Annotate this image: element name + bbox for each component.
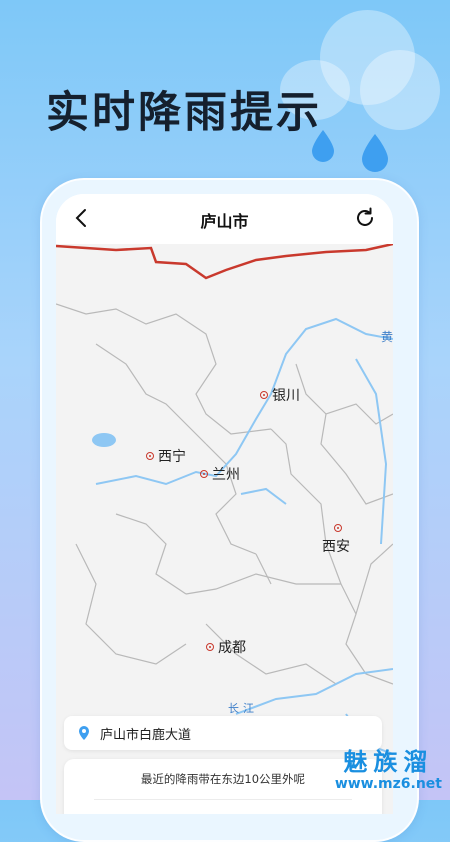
city-dot-icon [260, 391, 268, 399]
city-dot-icon [200, 470, 208, 478]
location-pin-icon [79, 726, 89, 740]
border-line [56, 244, 393, 280]
city-label: 西宁 [158, 449, 186, 465]
city-marker-lanzhou[interactable]: 兰州 [200, 464, 240, 484]
lake [92, 433, 116, 447]
city-dot-icon [206, 643, 214, 651]
river-label: 长江 [228, 702, 258, 715]
city-marker-xian[interactable]: 西安 [322, 524, 350, 556]
cloud-decoration [360, 50, 440, 130]
watermark-url: www.mz6.net [334, 776, 442, 792]
top-bar: 庐山市 [56, 194, 393, 244]
rain-map[interactable]: 银川 西宁 兰州 西安 成都 黄 长江 庐山市白鹿大道 最近的降雨带在东边10公… [56, 244, 393, 814]
city-marker-yinchuan[interactable]: 银川 [260, 385, 300, 405]
page-headline: 实时降雨提示 [46, 88, 322, 138]
city-label: 兰州 [212, 467, 240, 483]
city-marker-chengdu[interactable]: 成都 [206, 637, 246, 657]
watermark: 魅族溜 www.mz6.net [335, 748, 442, 792]
city-marker-xining[interactable]: 西宁 [146, 446, 186, 466]
app-screen: 庐山市 银川 西宁 兰州 西安 成都 黄 长江 庐山市白鹿大道 最近的降雨带在东… [56, 194, 393, 814]
watermark-title: 魅族溜 [343, 748, 434, 776]
raindrop-icon [362, 134, 388, 172]
city-label: 银川 [272, 388, 300, 404]
location-address: 庐山市白鹿大道 [100, 727, 192, 743]
city-dot-icon [146, 452, 154, 460]
province-lines [56, 303, 393, 685]
refresh-icon[interactable] [353, 206, 377, 230]
location-bar[interactable]: 庐山市白鹿大道 [64, 716, 382, 750]
edge-label: 黄 [380, 330, 393, 344]
city-title: 庐山市 [200, 212, 249, 231]
city-label: 西安 [322, 539, 350, 555]
city-label: 成都 [218, 640, 246, 656]
city-dot-icon [334, 524, 342, 532]
